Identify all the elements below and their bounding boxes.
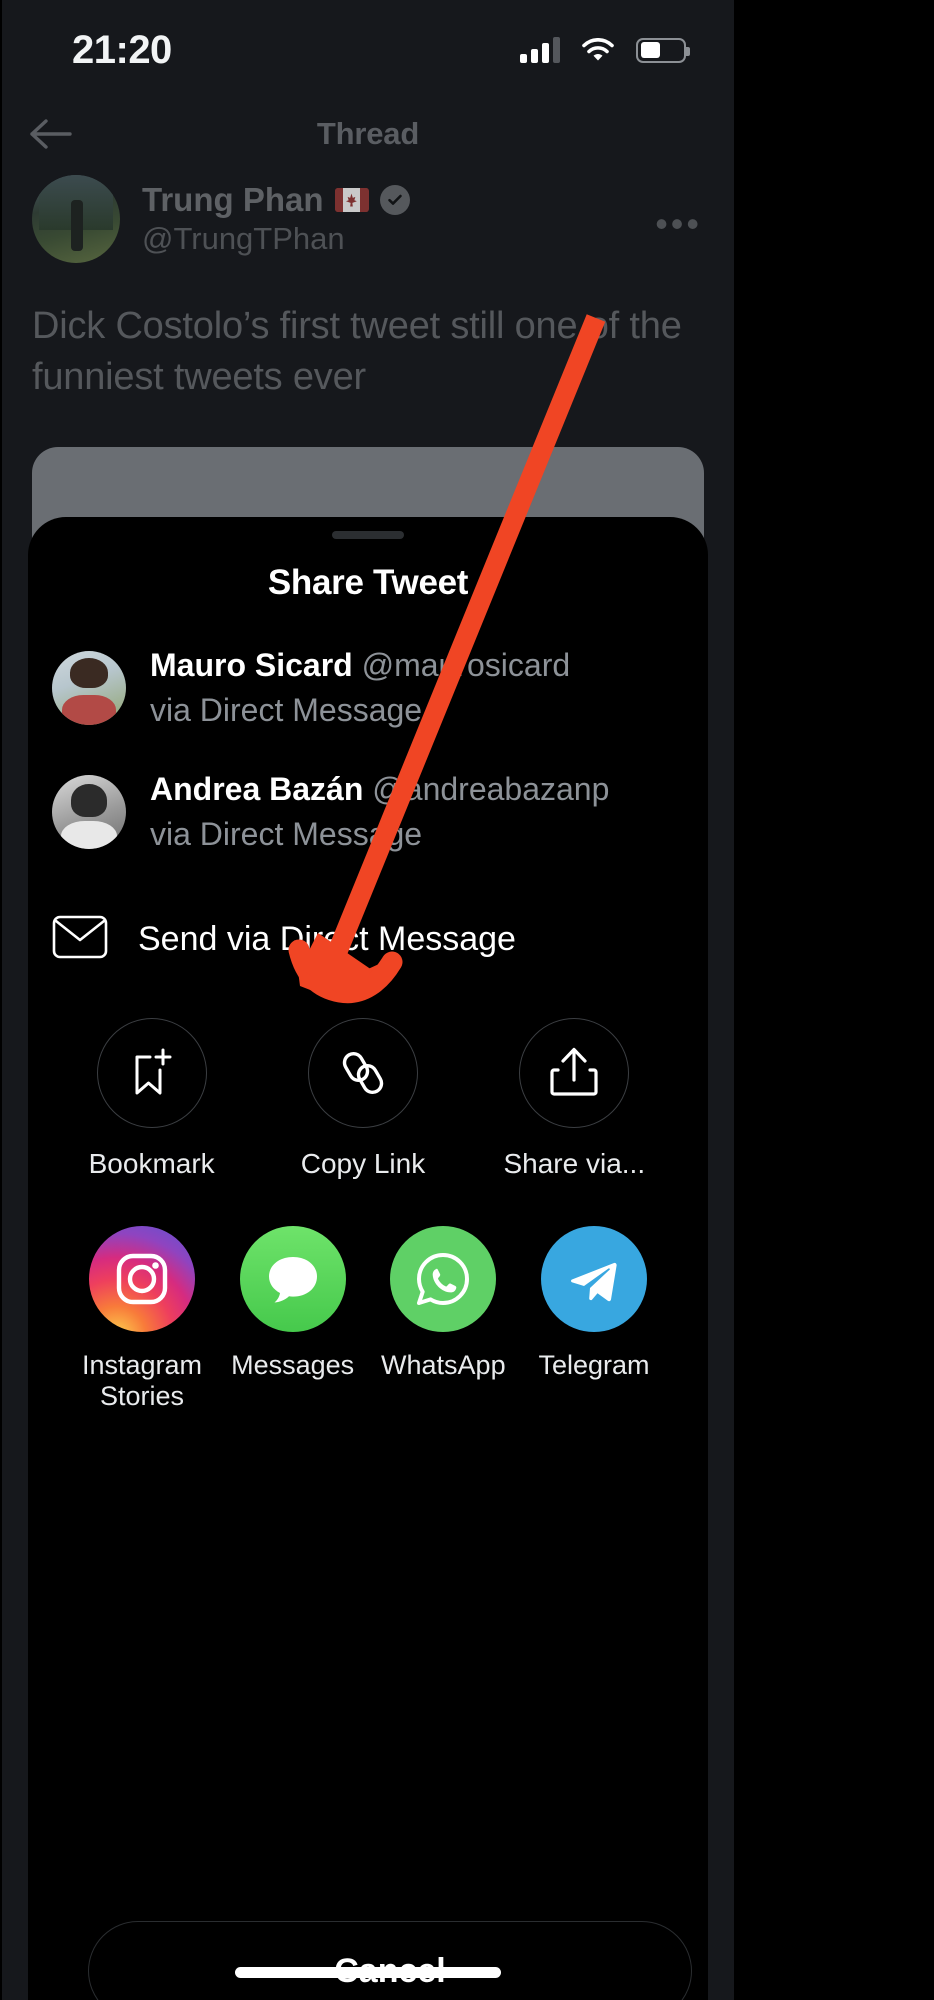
send-via-direct-message-label: Send via Direct Message: [138, 920, 516, 959]
whatsapp-icon: [390, 1226, 497, 1333]
share-app-label: Instagram Stories: [81, 1350, 203, 1412]
right-bezel: [734, 0, 934, 2000]
share-sheet-title: Share Tweet: [267, 563, 469, 602]
page-title: Thread: [316, 116, 420, 151]
contact-name: Mauro Sicard: [150, 647, 353, 683]
tweet-display-name: Trung Phan: [142, 181, 324, 218]
share-app-telegram[interactable]: Telegram: [524, 1226, 664, 1412]
share-upload-icon: [519, 1018, 630, 1129]
wifi-icon: [582, 38, 614, 62]
tweet-handle: @TrungTPhan: [142, 221, 345, 256]
send-via-direct-message-row[interactable]: Send via Direct Message: [28, 915, 708, 964]
tweet-author-block: Trung Phan @TrungTPhan: [142, 175, 410, 257]
contact-subtitle: via Direct Message: [150, 815, 423, 852]
share-apps-row: Instagram Stories Messages WhatsApp Tele…: [28, 1226, 708, 1412]
tweet-header: Trung Phan @TrungTPhan: [32, 175, 704, 263]
nav-bar: Thread: [2, 100, 734, 168]
link-chain-icon: [307, 1018, 418, 1129]
phone-screen: 21:20 Thread Trung Phan @TrungTPhan ••• …: [2, 0, 734, 2000]
share-app-messages[interactable]: Messages: [223, 1226, 363, 1412]
status-bar: 21:20: [2, 0, 734, 100]
battery-icon: [636, 37, 690, 63]
cellular-signal-icon: [520, 37, 560, 63]
back-arrow-icon[interactable]: [20, 104, 80, 164]
contact-handle: @maurosicard: [361, 647, 571, 683]
share-app-label: Messages: [231, 1350, 355, 1381]
messages-icon: [239, 1226, 346, 1333]
avatar[interactable]: [32, 175, 120, 263]
screenshot-root: 21:20 Thread Trung Phan @TrungTPhan ••• …: [0, 0, 934, 2000]
status-bar-icons: [520, 37, 690, 63]
contact-handle: @andreabazanp: [372, 771, 610, 808]
canada-flag-icon: [334, 188, 369, 212]
telegram-icon: [540, 1226, 647, 1333]
copy-link-button[interactable]: Copy Link: [273, 1018, 453, 1180]
status-bar-clock: 21:20: [72, 27, 172, 72]
list-item[interactable]: Mauro Sicard @maurosicard via Direct Mes…: [28, 645, 708, 731]
home-indicator: [235, 1967, 501, 1978]
contact-avatar: [52, 775, 126, 850]
share-app-instagram[interactable]: Instagram Stories: [72, 1226, 212, 1412]
instagram-icon: [89, 1226, 195, 1333]
verified-badge-icon: [379, 185, 410, 215]
contact-text: Mauro Sicard @maurosicard via Direct Mes…: [150, 645, 570, 731]
share-via-label: Share via...: [503, 1148, 646, 1180]
copy-link-label: Copy Link: [300, 1148, 426, 1180]
tweet-body-text: Dick Costolo’s first tweet still one of …: [32, 305, 682, 398]
share-actions-row: Bookmark Copy Link Share via...: [28, 1018, 708, 1180]
more-options-icon[interactable]: •••: [655, 203, 702, 245]
bookmark-plus-icon: [96, 1018, 207, 1129]
tweet-author-row: Trung Phan: [142, 181, 410, 219]
contact-name: Andrea Bazán: [150, 771, 364, 808]
envelope-icon: [52, 915, 108, 964]
share-via-button[interactable]: Share via...: [484, 1018, 664, 1180]
bookmark-button[interactable]: Bookmark: [62, 1018, 242, 1180]
share-sheet: Share Tweet Mauro Sicard @maurosicard vi…: [28, 517, 708, 2000]
contact-avatar: [52, 651, 126, 726]
contact-name-row: Mauro Sicard @maurosicard: [150, 645, 570, 687]
cancel-button[interactable]: Cancel: [88, 1921, 692, 2000]
sheet-grabber-handle[interactable]: [332, 531, 404, 539]
share-app-whatsapp[interactable]: WhatsApp: [373, 1226, 513, 1412]
list-item[interactable]: Andrea Bazán @andreabazanp via Direct Me…: [28, 769, 708, 855]
contact-name-row: Andrea Bazán @andreabazanp: [150, 769, 609, 811]
share-app-label: Telegram: [538, 1350, 650, 1381]
contact-subtitle: via Direct Message: [150, 691, 423, 728]
bookmark-label: Bookmark: [88, 1148, 215, 1180]
contact-text: Andrea Bazán @andreabazanp via Direct Me…: [150, 769, 609, 855]
share-app-label: WhatsApp: [381, 1350, 506, 1381]
